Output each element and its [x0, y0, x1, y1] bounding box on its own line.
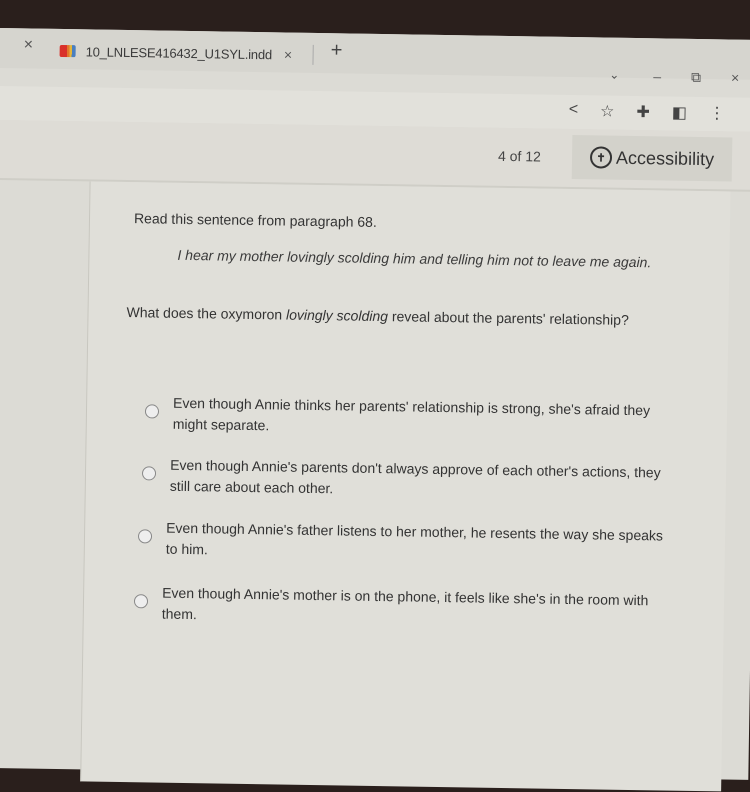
accessibility-label: Accessibility: [615, 147, 715, 169]
stem-emphasis: lovingly scolding: [285, 306, 389, 325]
question-stem: What does the oxymoron lovingly scolding…: [126, 302, 646, 331]
browser-tab[interactable]: 10_LNLESE416432_U1SYL.indd ×: [51, 33, 314, 73]
tab-search-chevron-icon[interactable]: ⌄: [609, 68, 619, 82]
question-panel: Read this sentence from paragraph 68. I …: [80, 181, 731, 792]
option-text: Even though Annie's parents don't always…: [169, 456, 661, 497]
bookmark-star-icon[interactable]: ☆: [600, 101, 615, 121]
window-close-button[interactable]: ×: [731, 69, 739, 86]
accessibility-icon: ✝: [589, 146, 613, 169]
answer-option-c[interactable]: Even though Annie's father listens to he…: [137, 517, 679, 567]
restore-button[interactable]: ⧉: [691, 69, 701, 86]
option-text: Even though Annie thinks her parents' re…: [172, 394, 651, 434]
tab-close-icon[interactable]: ×: [284, 46, 292, 62]
browser-window: × 10_LNLESE416432_U1SYL.indd × + ⌄ – ⧉ ×…: [0, 28, 750, 792]
radio-button[interactable]: [133, 594, 149, 609]
new-tab-button[interactable]: +: [331, 39, 343, 62]
minimize-button[interactable]: –: [653, 68, 661, 85]
menu-kebab-icon[interactable]: ⋮: [709, 103, 725, 123]
radio-button[interactable]: [141, 466, 157, 481]
extensions-puzzle-icon[interactable]: ✚: [636, 102, 650, 122]
window-controls: – ⧉ ×: [653, 68, 739, 86]
document-favicon-icon: [59, 44, 76, 58]
tab-title: 10_LNLESE416432_U1SYL.indd: [85, 43, 273, 62]
answer-option-a[interactable]: Even though Annie thinks her parents' re…: [144, 392, 686, 442]
option-text: Even though Annie's mother is on the pho…: [161, 584, 649, 623]
stem-text: What does the oxymoron: [126, 304, 287, 323]
tab-separator: [312, 44, 314, 65]
stem-text-end: reveal about the parents' relationship?: [387, 308, 629, 328]
question-prompt: Read this sentence from paragraph 68.: [133, 210, 377, 230]
toolbar-icons: < ☆ ✚ ◧ ⋮: [569, 101, 726, 123]
radio-button[interactable]: [144, 404, 160, 419]
quoted-sentence: I hear my mother lovingly scolding him a…: [177, 246, 652, 271]
side-panel-icon[interactable]: ◧: [672, 103, 687, 123]
radio-button[interactable]: [137, 529, 153, 544]
answer-option-d[interactable]: Even though Annie's mother is on the pho…: [133, 582, 675, 632]
close-icon[interactable]: ×: [24, 36, 34, 54]
share-icon[interactable]: <: [569, 101, 579, 121]
tab-strip: × 10_LNLESE416432_U1SYL.indd × + ⌄ – ⧉ ×: [0, 28, 750, 86]
question-counter: 4 of 12: [497, 147, 542, 165]
accessibility-button[interactable]: ✝ Accessibility: [571, 135, 733, 182]
option-text: Even though Annie's father listens to he…: [165, 519, 664, 558]
answer-option-b[interactable]: Even though Annie's parents don't always…: [141, 454, 683, 504]
